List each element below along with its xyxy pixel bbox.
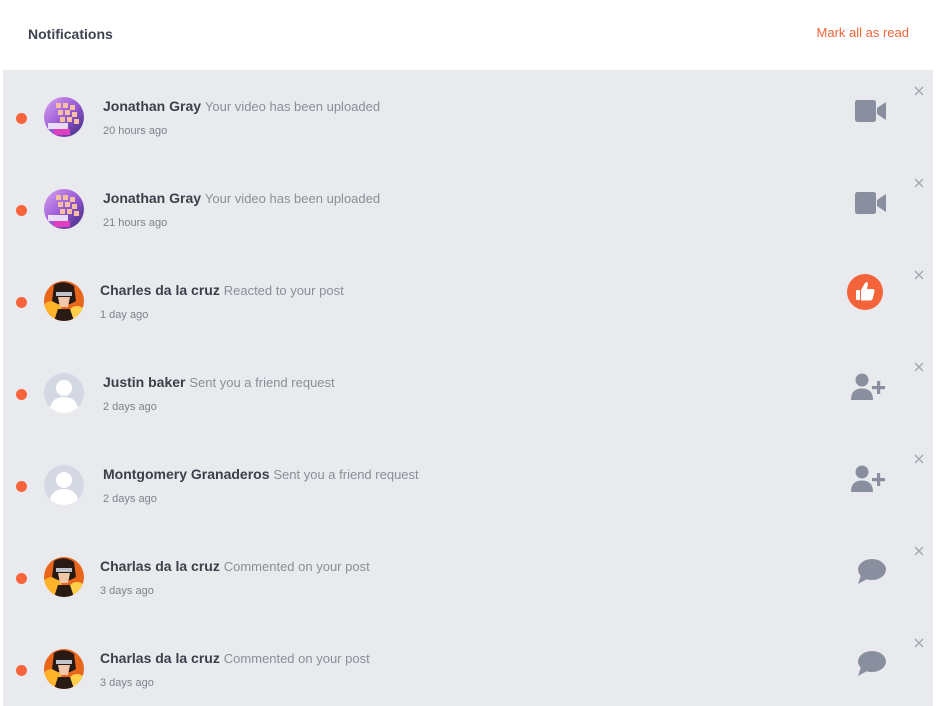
dismiss-button[interactable] xyxy=(914,543,924,556)
avatar[interactable] xyxy=(44,373,84,413)
notification-author[interactable]: Jonathan Gray xyxy=(103,98,201,114)
dismiss-button[interactable] xyxy=(914,267,924,280)
notification-item[interactable]: Jonathan Gray Your video has been upload… xyxy=(3,70,933,162)
close-icon xyxy=(914,270,924,280)
close-icon xyxy=(914,362,924,372)
notification-author[interactable]: Charles da la cruz xyxy=(100,282,220,298)
notification-author[interactable]: Montgomery Granaderos xyxy=(103,466,269,482)
add-user-icon xyxy=(851,465,887,498)
notification-time: 3 days ago xyxy=(100,677,154,689)
close-icon xyxy=(914,454,924,464)
avatar[interactable] xyxy=(44,649,84,689)
notification-item[interactable]: Jonathan Gray Your video has been upload… xyxy=(3,162,933,254)
notification-action: Reacted to your post xyxy=(223,283,344,298)
speech-bubble-icon xyxy=(857,559,887,590)
dismiss-button[interactable] xyxy=(914,635,924,648)
notification-time: 21 hours ago xyxy=(103,217,168,229)
video-camera-icon xyxy=(855,192,886,219)
avatar[interactable] xyxy=(44,465,84,505)
dismiss-button[interactable] xyxy=(914,83,924,96)
video-camera-icon xyxy=(855,100,886,127)
notification-action: Sent you a friend request xyxy=(273,467,419,482)
avatar[interactable] xyxy=(44,189,84,229)
notification-item[interactable]: Charles da la cruz Reacted to your post … xyxy=(3,254,933,346)
notification-action: Commented on your post xyxy=(223,559,370,574)
notification-item[interactable]: Charlas da la cruz Commented on your pos… xyxy=(3,530,933,622)
avatar[interactable] xyxy=(44,557,84,597)
thumbs-up-icon xyxy=(847,274,883,315)
notification-action: Your video has been uploaded xyxy=(204,99,381,114)
notifications-header: Notifications Mark all as read xyxy=(3,3,933,70)
notification-time: 1 day ago xyxy=(100,309,149,321)
close-icon xyxy=(914,86,924,96)
speech-bubble-icon xyxy=(857,651,887,682)
notification-author[interactable]: Charlas da la cruz xyxy=(100,558,220,574)
notification-action: Commented on your post xyxy=(223,651,370,666)
dismiss-button[interactable] xyxy=(914,359,924,372)
unread-dot xyxy=(16,481,27,492)
notification-author[interactable]: Jonathan Gray xyxy=(103,190,201,206)
notification-author[interactable]: Justin baker xyxy=(103,374,185,390)
notification-author[interactable]: Charlas da la cruz xyxy=(100,650,220,666)
dismiss-button[interactable] xyxy=(914,451,924,464)
avatar[interactable] xyxy=(44,281,84,321)
unread-dot xyxy=(16,205,27,216)
unread-dot xyxy=(16,297,27,308)
unread-dot xyxy=(16,665,27,676)
notification-time: 20 hours ago xyxy=(103,125,168,137)
add-user-icon xyxy=(851,373,887,406)
notifications-panel: Notifications Mark all as read Jonathan … xyxy=(3,3,933,706)
close-icon xyxy=(914,178,924,188)
notification-action: Your video has been uploaded xyxy=(204,191,381,206)
unread-dot xyxy=(16,113,27,124)
close-icon xyxy=(914,638,924,648)
close-icon xyxy=(914,546,924,556)
dismiss-button[interactable] xyxy=(914,175,924,188)
notification-time: 2 days ago xyxy=(103,401,157,413)
page-title: Notifications xyxy=(28,26,113,42)
notification-time: 2 days ago xyxy=(103,493,157,505)
notification-item[interactable]: Montgomery Granaderos Sent you a friend … xyxy=(3,438,933,530)
unread-dot xyxy=(16,573,27,584)
notification-item[interactable]: Justin baker Sent you a friend request 2… xyxy=(3,346,933,438)
notification-item[interactable]: Charlas da la cruz Commented on your pos… xyxy=(3,622,933,706)
notification-time: 3 days ago xyxy=(100,585,154,597)
notification-action: Sent you a friend request xyxy=(189,375,335,390)
mark-all-read-link[interactable]: Mark all as read xyxy=(817,25,909,40)
unread-dot xyxy=(16,389,27,400)
avatar[interactable] xyxy=(44,97,84,137)
